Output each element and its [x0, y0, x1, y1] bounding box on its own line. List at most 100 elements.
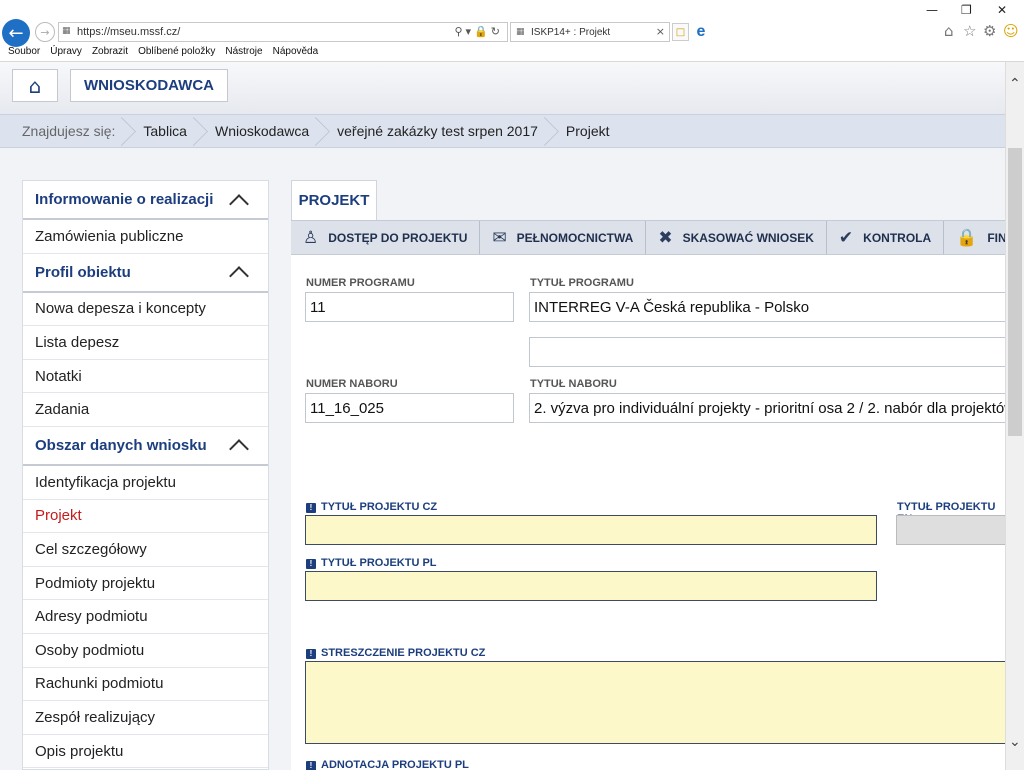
close-window-icon[interactable]: ✕: [997, 3, 1007, 17]
menu-item[interactable]: Soubor: [8, 46, 40, 57]
sidebar-item-adresy[interactable]: Adresy podmiotu: [23, 600, 268, 634]
breadcrumb-item[interactable]: Wnioskodawca: [201, 115, 323, 147]
toolbar-label: KONTROLA: [863, 230, 932, 245]
sidebar-item-podmioty[interactable]: Podmioty projektu: [23, 567, 268, 601]
browser-chrome: ← → ▦ https://mseu.mssf.cz/ ⚲▾🔒↻ ▦ ISKP1…: [0, 0, 1024, 62]
sidebar-item-zespol[interactable]: Zespół realizujący: [23, 701, 268, 735]
tab-projekt[interactable]: PROJEKT: [291, 180, 377, 220]
sidebar: Informowanie o realizacji Zamówienia pub…: [22, 180, 269, 770]
tytul-en-input[interactable]: [896, 515, 1005, 545]
checkmark-icon: ✔: [838, 227, 854, 248]
required-icon: !: [306, 761, 316, 770]
toolbar-label: PEŁNOMOCNICTWA: [516, 230, 634, 245]
required-icon: !: [306, 559, 316, 569]
tytul-programu-extra-field[interactable]: [529, 337, 1005, 367]
finalize-button[interactable]: 🔒 FINAL: [944, 221, 1005, 254]
tytul-naboru-field[interactable]: 2. výzva pro individuální projekty - pri…: [529, 393, 1005, 423]
streszczenie-label: ! STRESZCZENIE PROJEKTU CZ: [306, 647, 485, 659]
address-tools-icon[interactable]: ⚲▾🔒↻: [455, 25, 504, 38]
menu-bar: Soubor Úpravy Zobrazit Oblíbené položky …: [8, 46, 318, 57]
breadcrumb-item[interactable]: veřejné zakázky test srpen 2017: [323, 115, 552, 147]
chevron-up-icon[interactable]: [229, 193, 249, 214]
breadcrumb-current: Projekt: [565, 123, 610, 139]
restore-icon[interactable]: ❐: [961, 3, 972, 17]
tytul-cz-input[interactable]: [305, 515, 877, 545]
sidebar-section-profil[interactable]: Profil obiektu: [23, 254, 268, 293]
breadcrumb: Znajdujesz się: Tablica Wnioskodawca veř…: [0, 114, 1005, 148]
menu-item[interactable]: Úpravy: [50, 46, 82, 57]
project-toolbar: ♙ DOSTĘP DO PROJEKTU ✉ PEŁNOMOCNICTWA ✖ …: [291, 220, 1005, 255]
required-icon: !: [306, 503, 316, 513]
lock-icon: 🔒: [956, 227, 978, 248]
tytul-cz-label-text: TYTUŁ PROJEKTU CZ: [321, 501, 438, 513]
site-favicon-icon: ▦: [62, 26, 71, 36]
favorites-star-icon[interactable]: ☆: [963, 22, 976, 40]
tab-favicon-icon: ▦: [516, 27, 525, 37]
smiley-feedback-icon[interactable]: ☺: [1003, 22, 1019, 40]
close-tab-icon[interactable]: ×: [656, 25, 665, 38]
forward-arrow-icon[interactable]: →: [35, 22, 55, 42]
sidebar-item-cel[interactable]: Cel szczegółowy: [23, 533, 268, 567]
adnotacja-label-text: ADNOTACJA PROJEKTU PL: [321, 759, 469, 770]
envelope-icon: ✉: [492, 227, 507, 248]
tab-title: ISKP14+ : Projekt: [531, 27, 611, 38]
toolbar-label: DOSTĘP DO PROJEKTU: [328, 230, 468, 245]
tytul-programu-field[interactable]: INTERREG V-A Česká republika - Polsko: [529, 292, 1005, 322]
sidebar-item-zadania[interactable]: Zadania: [23, 393, 268, 427]
menu-item[interactable]: Zobrazit: [92, 46, 128, 57]
tytul-pl-input[interactable]: [305, 571, 877, 601]
numer-programu-field[interactable]: 11: [305, 292, 514, 322]
sidebar-item-zamowienia[interactable]: Zamówienia publiczne: [23, 220, 268, 254]
required-icon: !: [306, 649, 316, 659]
project-form: NUMER PROGRAMU 11 TYTUŁ PROGRAMU INTERRE…: [291, 255, 1005, 770]
sidebar-item-lista-depesz[interactable]: Lista depesz: [23, 326, 268, 360]
numer-naboru-label: NUMER NABORU: [306, 378, 398, 390]
access-project-button[interactable]: ♙ DOSTĘP DO PROJEKTU: [291, 221, 481, 254]
settings-gear-icon[interactable]: ⚙: [983, 22, 996, 40]
sidebar-item-notatki[interactable]: Notatki: [23, 360, 268, 394]
menu-item[interactable]: Oblíbené položky: [138, 46, 215, 57]
new-tab-icon[interactable]: □: [672, 23, 689, 41]
scroll-thumb[interactable]: [1008, 148, 1022, 436]
address-bar[interactable]: ▦ https://mseu.mssf.cz/ ⚲▾🔒↻: [58, 22, 508, 42]
main-content: PROJEKT ♙ DOSTĘP DO PROJEKTU ✉ PEŁNOMOCN…: [291, 180, 1005, 770]
numer-programu-label: NUMER PROGRAMU: [306, 277, 415, 289]
power-of-attorney-button[interactable]: ✉ PEŁNOMOCNICTWA: [480, 221, 647, 254]
cross-icon: ✖: [658, 227, 673, 248]
toolbar-label: SKASOWAĆ WNIOSEK: [682, 230, 814, 245]
home-browser-icon[interactable]: ⌂: [944, 22, 954, 40]
streszczenie-textarea[interactable]: [305, 661, 1005, 744]
sidebar-item-identyfikacja[interactable]: Identyfikacja projektu: [23, 466, 268, 500]
toolbar-label: FINAL: [987, 230, 1005, 245]
sidebar-section-title: Informowanie o realizacji: [35, 191, 214, 208]
sidebar-item-nowa-depesza[interactable]: Nowa depesza i koncepty: [23, 293, 268, 327]
menu-item[interactable]: Nápověda: [273, 46, 319, 57]
sidebar-section-obszar[interactable]: Obszar danych wniosku: [23, 427, 268, 466]
sidebar-item-rachunki[interactable]: Rachunki podmiotu: [23, 668, 268, 702]
vertical-scrollbar[interactable]: ⌃ ⌄: [1005, 62, 1024, 770]
sidebar-section-title: Profil obiektu: [35, 263, 131, 281]
sidebar-item-osoby[interactable]: Osoby podmiotu: [23, 634, 268, 668]
browser-tab[interactable]: ▦ ISKP14+ : Projekt ×: [510, 22, 670, 42]
home-button[interactable]: ⌂: [12, 69, 58, 102]
tytul-programu-label: TYTUŁ PROGRAMU: [530, 277, 634, 289]
edge-logo-icon[interactable]: e: [692, 23, 710, 41]
app-header: ⌂ WNIOSKODAWCA: [0, 62, 1005, 114]
tytul-pl-label-text: TYTUŁ PROJEKTU PL: [321, 557, 437, 569]
sidebar-item-projekt[interactable]: Projekt: [23, 500, 268, 534]
scroll-up-icon[interactable]: ⌃: [1009, 76, 1021, 92]
sidebar-item-opis[interactable]: Opis projektu: [23, 735, 268, 769]
chevron-up-icon[interactable]: [229, 266, 249, 286]
sidebar-section-informowanie[interactable]: Informowanie o realizacji: [23, 181, 268, 220]
streszczenie-label-text: STRESZCZENIE PROJEKTU CZ: [321, 647, 486, 659]
breadcrumb-item[interactable]: Tablica: [129, 115, 201, 147]
minimize-icon[interactable]: —: [926, 3, 938, 17]
back-arrow-icon[interactable]: ←: [2, 19, 30, 47]
menu-item[interactable]: Nástroje: [225, 46, 262, 57]
chevron-up-icon[interactable]: [229, 439, 249, 460]
numer-naboru-field[interactable]: 11_16_025: [305, 393, 514, 423]
role-button[interactable]: WNIOSKODAWCA: [70, 69, 228, 102]
delete-application-button[interactable]: ✖ SKASOWAĆ WNIOSEK: [646, 221, 827, 254]
scroll-down-icon[interactable]: ⌄: [1009, 734, 1021, 750]
check-button[interactable]: ✔ KONTROLA: [827, 221, 945, 254]
